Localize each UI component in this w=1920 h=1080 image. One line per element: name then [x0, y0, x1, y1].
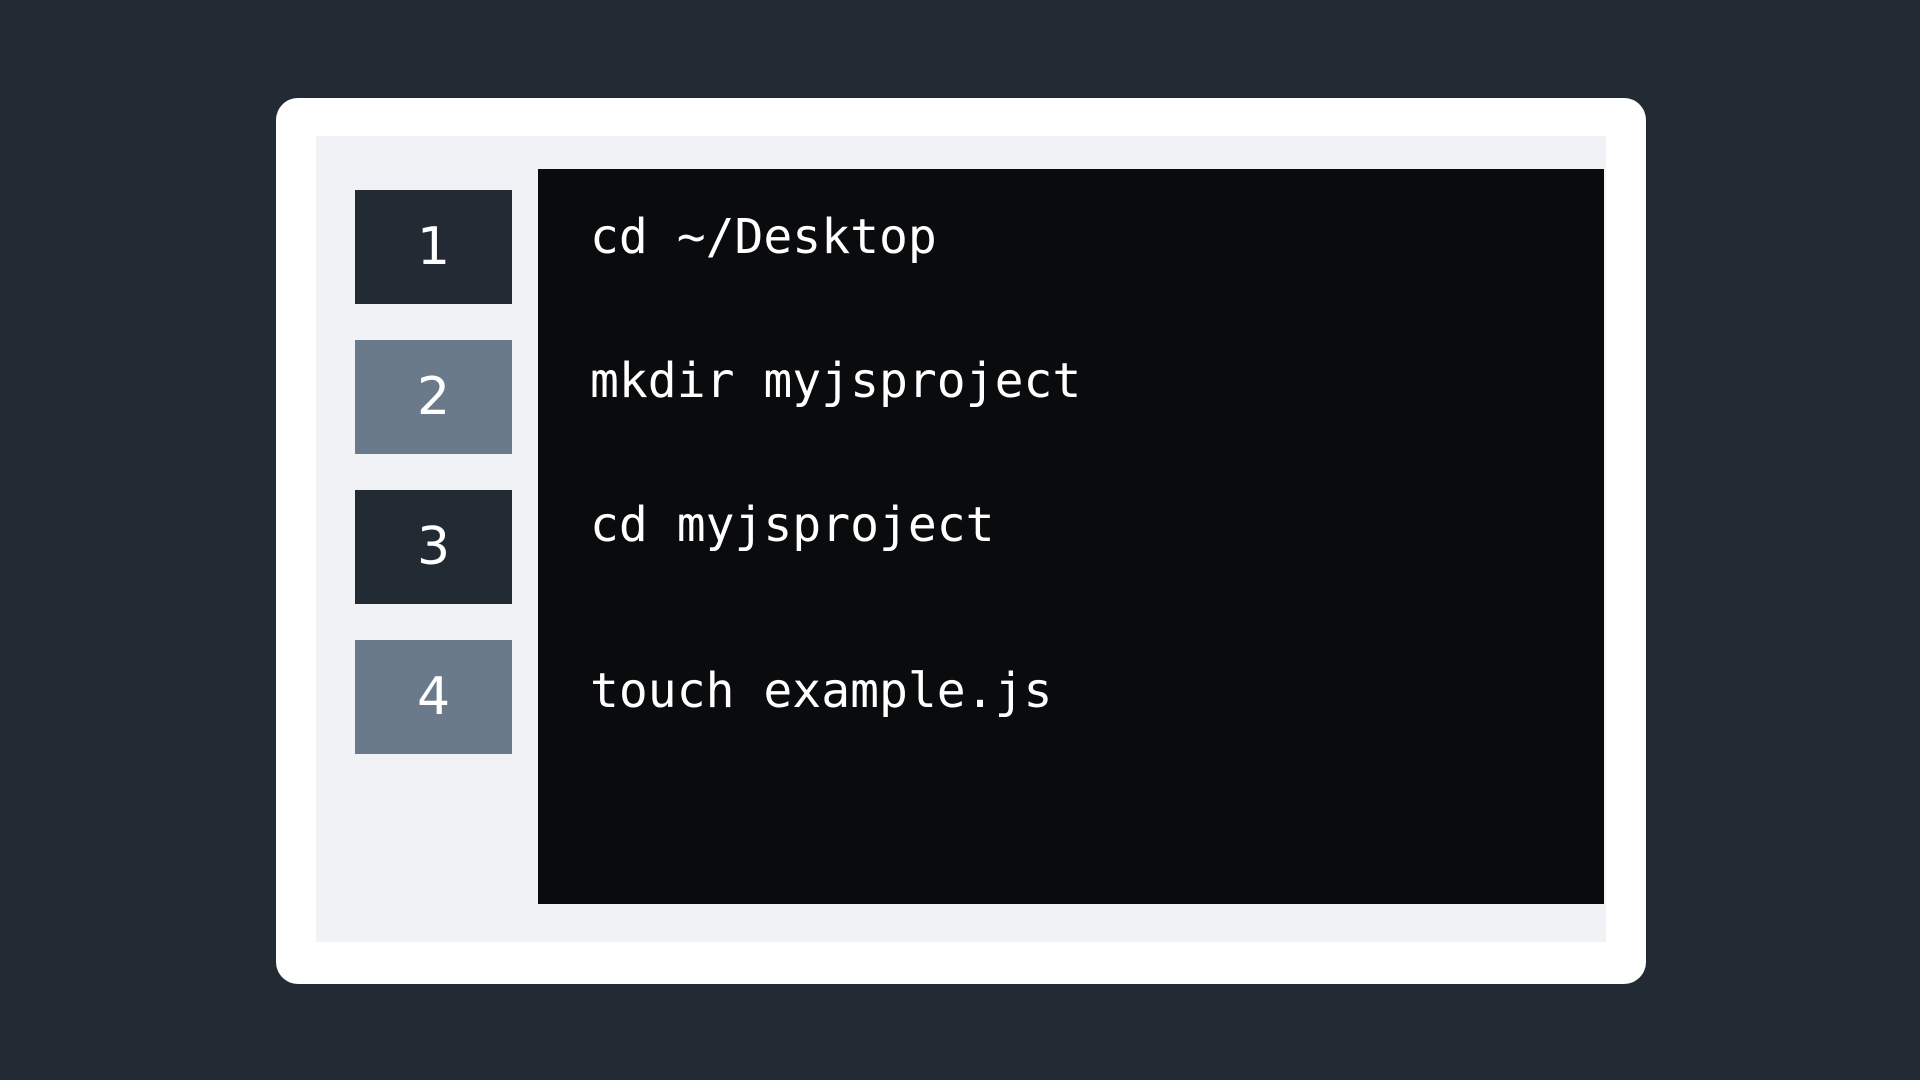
command-line-1: cd ~/Desktop — [590, 209, 937, 265]
step-3-badge[interactable]: 3 — [355, 490, 512, 604]
step-4-number: 4 — [416, 667, 451, 727]
slide-card: 1 2 3 4 cd ~/Desktop mkdir myjsproject c… — [276, 98, 1646, 984]
command-line-4: touch example.js — [590, 663, 1053, 719]
terminal-window[interactable]: cd ~/Desktop mkdir myjsproject cd myjspr… — [538, 169, 1604, 904]
step-2-badge[interactable]: 2 — [355, 340, 512, 454]
step-1-badge[interactable]: 1 — [355, 190, 512, 304]
step-list: 1 2 3 4 — [355, 190, 512, 790]
content-panel: 1 2 3 4 cd ~/Desktop mkdir myjsproject c… — [316, 136, 1606, 942]
command-line-3: cd myjsproject — [590, 497, 995, 553]
command-line-2: mkdir myjsproject — [590, 353, 1082, 409]
step-1-number: 1 — [416, 217, 451, 277]
step-4-badge[interactable]: 4 — [355, 640, 512, 754]
step-2-number: 2 — [416, 367, 451, 427]
step-3-number: 3 — [416, 517, 451, 577]
